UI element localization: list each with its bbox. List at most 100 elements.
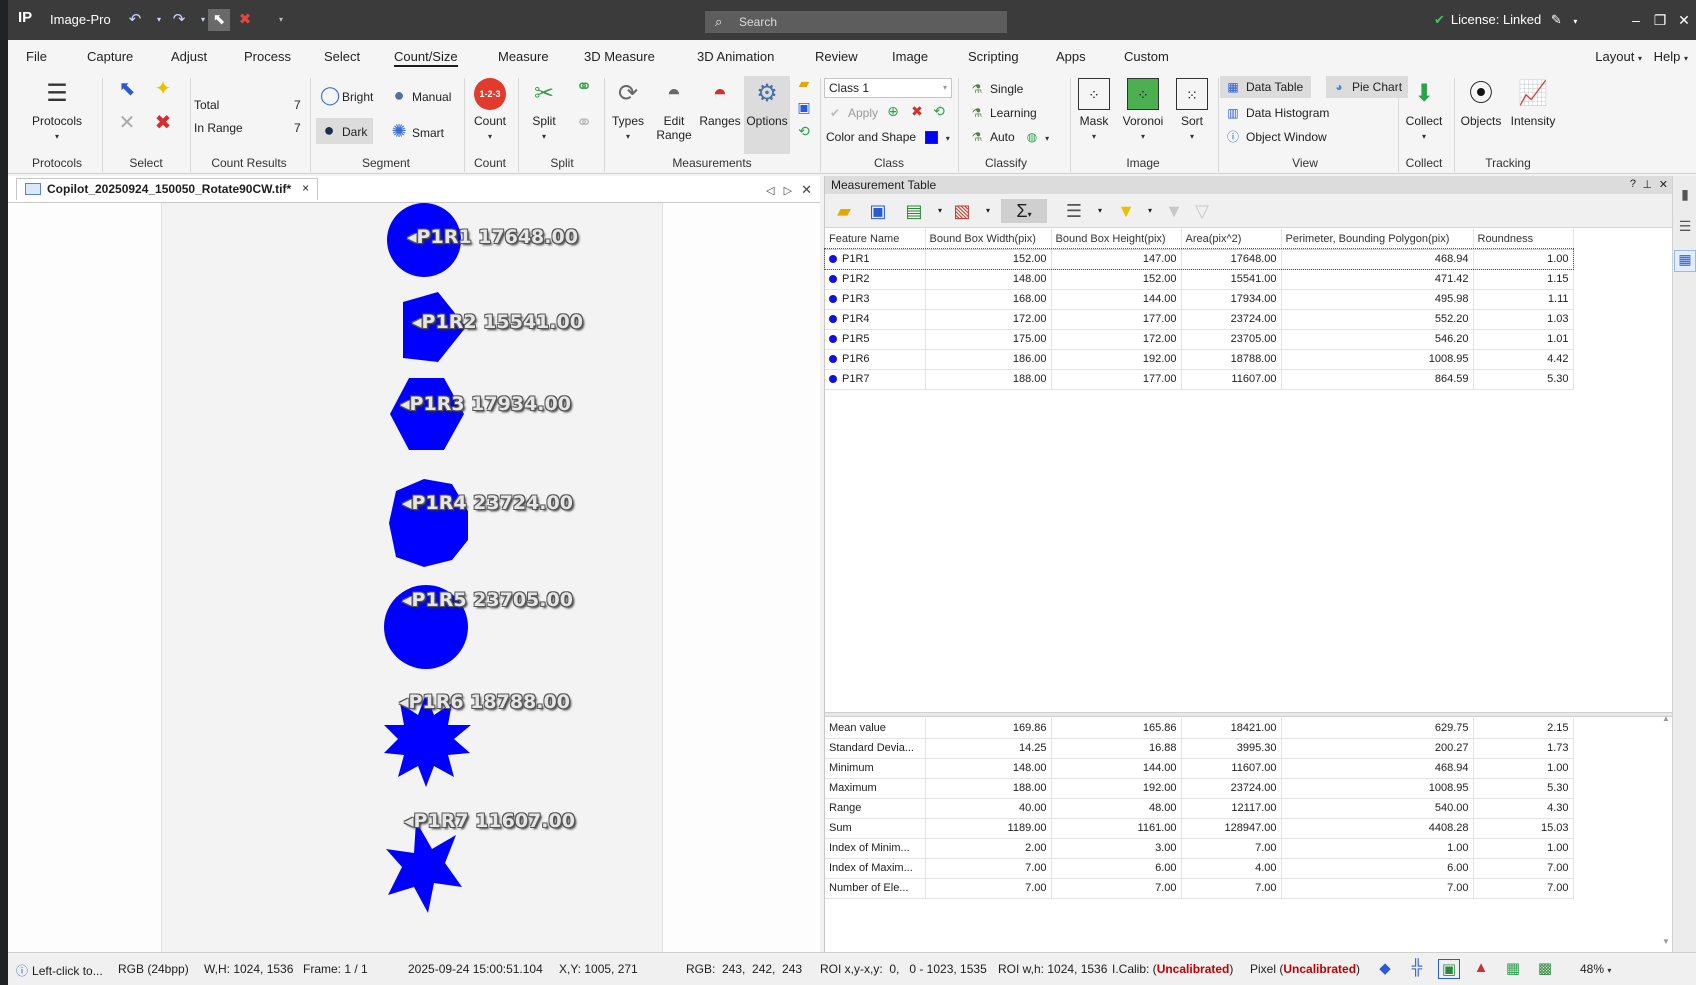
- statistics-scrollbar[interactable]: ▲ ▼: [1660, 714, 1672, 946]
- search-input[interactable]: ⌕ Search: [705, 11, 1007, 33]
- restore-button[interactable]: ❐: [1648, 9, 1672, 31]
- objects-button[interactable]: ⦿ Objects: [1458, 78, 1504, 128]
- undo-dropdown-icon[interactable]: ▾: [148, 9, 170, 31]
- panel-pin-icon[interactable]: ⊥: [1642, 178, 1652, 191]
- color-and-shape-option[interactable]: Color and Shape ▾: [826, 128, 950, 148]
- table-row[interactable]: P1R7 188.00 177.00 11607.00 864.59 5.30: [825, 369, 1574, 390]
- status-image-icon[interactable]: ▣: [1438, 959, 1460, 979]
- auto-option[interactable]: ⚗ Auto ◍ ▾: [968, 128, 1050, 148]
- save-icon[interactable]: ▣: [794, 100, 814, 114]
- image-canvas[interactable]: ◂P1R1 17648.00 ◂P1R2 15541.00 ◂P1R3 1793…: [8, 202, 820, 952]
- report-icon[interactable]: ▧: [949, 199, 975, 223]
- table-row[interactable]: P1R6 186.00 192.00 18788.00 1008.95 4.42: [825, 349, 1574, 370]
- columns-dropdown-icon[interactable]: ▾: [1087, 199, 1113, 223]
- license-status[interactable]: ✔ License: Linked ✎ ▾: [1434, 12, 1577, 28]
- menu-review[interactable]: Review: [815, 49, 858, 64]
- close-tab-icon[interactable]: ×: [302, 181, 309, 195]
- column-header[interactable]: Bound Box Height(pix): [1051, 229, 1182, 250]
- table-splitter[interactable]: [825, 712, 1672, 717]
- clear-selection-icon[interactable]: ✕: [112, 113, 142, 133]
- status-overlay-icon[interactable]: ▩: [1534, 959, 1556, 979]
- voronoi-button[interactable]: ⁘ Voronoi ▾: [1118, 78, 1168, 144]
- add-class-icon[interactable]: ⊕: [884, 104, 902, 118]
- table-row[interactable]: P1R1 152.00 147.00 17648.00 468.94 1.00: [824, 248, 1574, 270]
- column-header[interactable]: Perimeter, Bounding Polygon(pix): [1281, 229, 1474, 250]
- delete-objects-icon[interactable]: ✖: [234, 9, 256, 31]
- layout-dropdown-icon[interactable]: ▾: [1638, 54, 1642, 63]
- status-pixel-calib[interactable]: Pixel (Uncalibrated): [1250, 962, 1360, 976]
- tab-next-icon[interactable]: ▷: [784, 185, 792, 197]
- bright-option[interactable]: ◯ Bright: [320, 86, 373, 106]
- export-excel-icon[interactable]: ▤: [901, 199, 927, 223]
- undo-icon[interactable]: ↶: [124, 9, 146, 31]
- ranges-button[interactable]: ◓ Ranges: [698, 78, 742, 128]
- status-table-icon[interactable]: ▦: [1502, 959, 1524, 979]
- pointer-tool-icon[interactable]: ⬉: [208, 9, 230, 31]
- menu-3d-animation[interactable]: 3D Animation: [697, 49, 774, 64]
- column-header[interactable]: Area(pix^2): [1181, 229, 1282, 250]
- redo-icon[interactable]: ↷: [168, 9, 190, 31]
- reset-class-icon[interactable]: ⟲: [930, 104, 948, 118]
- minimize-button[interactable]: –: [1624, 9, 1648, 31]
- menu-custom[interactable]: Custom: [1124, 49, 1169, 64]
- menu-image[interactable]: Image: [892, 49, 928, 64]
- manual-option[interactable]: ● Manual: [390, 86, 452, 106]
- split-button[interactable]: ✂ Split ▾: [522, 78, 566, 144]
- scroll-down-icon[interactable]: ▼: [1660, 937, 1672, 946]
- remove-class-icon[interactable]: ✖: [908, 104, 926, 118]
- pie-chart-button[interactable]: ◕ Pie Chart: [1326, 76, 1409, 98]
- data-histogram-button[interactable]: ▥ Data Histogram: [1224, 104, 1329, 122]
- filter-icon[interactable]: ▼: [1113, 199, 1139, 223]
- status-icalib[interactable]: I.Calib: (Uncalibrated): [1112, 962, 1233, 976]
- panel-help-icon[interactable]: ?: [1630, 178, 1636, 190]
- intensity-button[interactable]: 📈 Intensity: [1508, 78, 1558, 128]
- menu-capture[interactable]: Capture: [87, 49, 133, 64]
- select-highlight-icon[interactable]: ✦: [148, 79, 178, 99]
- panel-layout-icon[interactable]: ▮: [1674, 186, 1696, 208]
- object-window-button[interactable]: ⓘ Object Window: [1224, 128, 1327, 146]
- menu-select[interactable]: Select: [324, 49, 360, 64]
- scroll-up-icon[interactable]: ▲: [1660, 714, 1672, 723]
- panel-close-icon[interactable]: ✕: [1659, 178, 1668, 191]
- count-button[interactable]: 1-2-3 Count ▾: [468, 78, 512, 144]
- columns-icon[interactable]: ☰: [1061, 199, 1087, 223]
- menu-measure[interactable]: Measure: [498, 49, 549, 64]
- open-folder-icon[interactable]: ▰: [831, 199, 857, 223]
- protocols-button[interactable]: ☰ Protocols ▾: [22, 78, 92, 144]
- menu-apps[interactable]: Apps: [1056, 49, 1086, 64]
- apply-button[interactable]: ✔ Apply: [826, 104, 878, 122]
- report-dropdown-icon[interactable]: ▾: [975, 199, 1001, 223]
- status-3d-icon[interactable]: ◆: [1374, 959, 1396, 979]
- panel-stack-icon[interactable]: ☰: [1674, 218, 1696, 240]
- customize-toolbar-icon[interactable]: ▾: [270, 9, 292, 31]
- column-header[interactable]: Feature Name: [825, 229, 926, 250]
- open-folder-icon[interactable]: ▰: [794, 76, 814, 90]
- menu-3d-measure[interactable]: 3D Measure: [584, 49, 655, 64]
- menu-adjust[interactable]: Adjust: [171, 49, 207, 64]
- types-button[interactable]: ⟳ Types ▾: [608, 78, 648, 144]
- edit-range-button[interactable]: ◓ Edit Range: [652, 78, 696, 142]
- collect-button[interactable]: ⬇ Collect ▾: [1400, 78, 1448, 144]
- menu-process[interactable]: Process: [244, 49, 291, 64]
- menu-count-size[interactable]: Count/Size: [394, 49, 458, 67]
- select-pointer-icon[interactable]: ⬉: [112, 79, 142, 99]
- status-zoom[interactable]: 48% ▾: [1580, 962, 1611, 976]
- table-row[interactable]: P1R2 148.00 152.00 15541.00 471.42 1.15: [825, 269, 1574, 290]
- layout-menu[interactable]: Layout: [1595, 49, 1634, 64]
- tab-prev-icon[interactable]: ◁: [766, 185, 774, 197]
- status-grid-icon[interactable]: ╬: [1406, 959, 1428, 979]
- delete-selection-icon[interactable]: ✖: [148, 113, 178, 133]
- column-header[interactable]: Bound Box Width(pix): [925, 229, 1052, 250]
- single-option[interactable]: ⚗ Single: [968, 80, 1024, 98]
- statistics-sigma-icon[interactable]: Σ▾: [1001, 199, 1047, 223]
- column-header[interactable]: Roundness: [1473, 229, 1574, 250]
- smart-option[interactable]: ✺ Smart: [390, 122, 444, 142]
- menu-scripting[interactable]: Scripting: [968, 49, 1019, 64]
- close-window-button[interactable]: ✕: [1672, 9, 1696, 31]
- help-dropdown-icon[interactable]: ▾: [1684, 54, 1688, 63]
- sort-button[interactable]: ⁙ Sort ▾: [1170, 78, 1214, 144]
- save-icon[interactable]: ▣: [865, 199, 891, 223]
- merge-icon[interactable]: ⚭: [570, 77, 598, 97]
- dark-option[interactable]: ● Dark: [316, 118, 374, 144]
- table-row[interactable]: P1R5 175.00 172.00 23705.00 546.20 1.01: [825, 329, 1574, 350]
